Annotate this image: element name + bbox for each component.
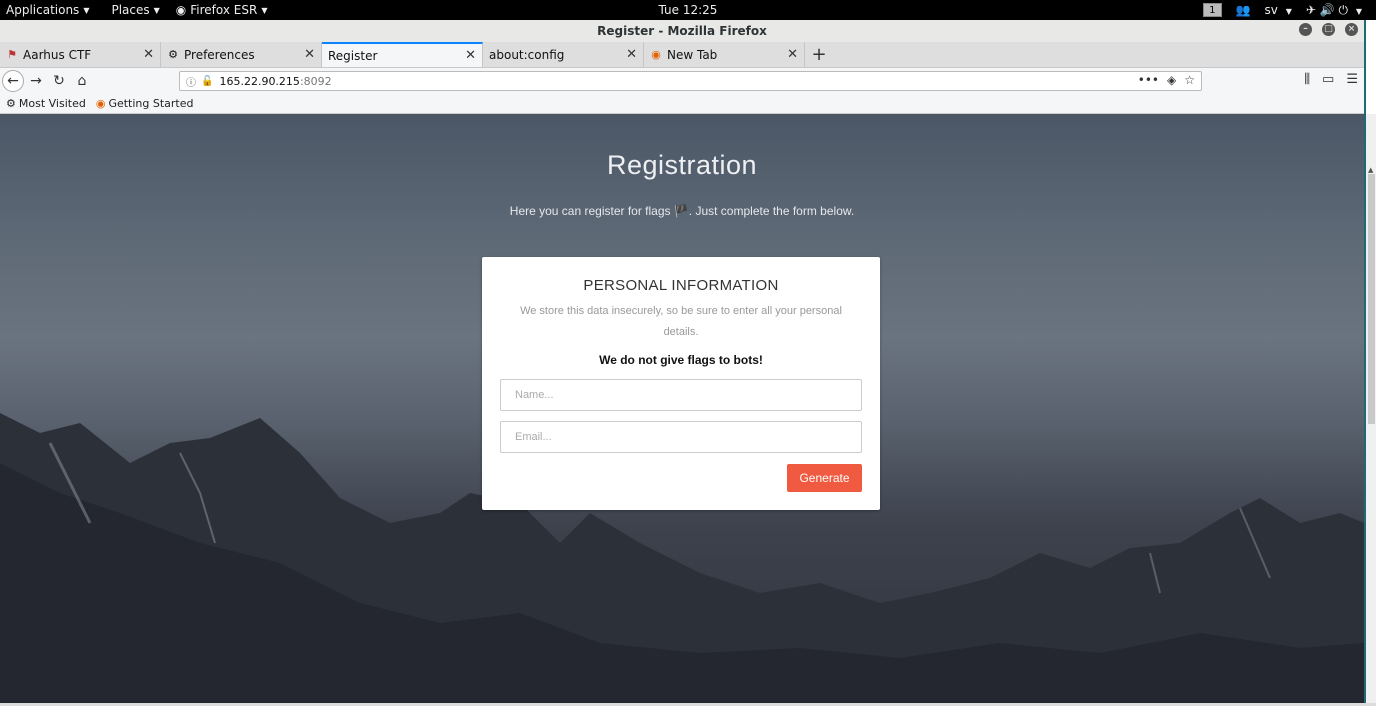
sidebar-icon[interactable]: ▭ xyxy=(1322,72,1334,87)
email-input[interactable] xyxy=(500,421,862,453)
tab-strip: ⚑ Aarhus CTF ✕ ⚙ Preferences ✕ Register … xyxy=(0,42,1364,68)
page-title: Registration xyxy=(606,150,758,180)
close-tab-icon[interactable]: ✕ xyxy=(787,47,798,62)
tab-preferences[interactable]: ⚙ Preferences ✕ xyxy=(161,42,322,67)
firefox-icon: ◉ xyxy=(651,48,661,61)
insecure-lock-icon[interactable]: 🔓 xyxy=(201,76,213,87)
gear-icon: ⚙ xyxy=(168,48,178,61)
url-host: 165.22.90.215 xyxy=(219,74,300,88)
chevron-down-icon: ▼ xyxy=(1355,6,1362,16)
firefox-menu-label: Firefox ESR xyxy=(190,3,258,17)
reload-icon: ↻ xyxy=(53,73,65,89)
page-viewport: Registration Here you can register for f… xyxy=(0,114,1364,703)
system-top-bar: Applications ▼ Places ▼ ◉ Firefox ESR ▼ … xyxy=(0,0,1376,20)
home-icon: ⌂ xyxy=(77,73,87,89)
close-tab-icon[interactable]: ✕ xyxy=(304,47,315,62)
tab-label: New Tab xyxy=(667,47,718,62)
generate-button[interactable]: Generate xyxy=(787,464,862,492)
keyboard-layout-label: sv xyxy=(1264,3,1278,17)
system-status-menu[interactable]: ✈ 🔊 ⏻ ▼ xyxy=(1306,3,1362,18)
url-bar[interactable]: ⓘ 🔓 165.22.90.215:8092 ••• ◈ ☆ xyxy=(179,71,1202,91)
people-icon[interactable]: 👥 xyxy=(1236,3,1251,17)
reload-button[interactable]: ↻ xyxy=(48,70,70,92)
page-subtitle: Here you can register for flags 🏴. Just … xyxy=(509,204,855,218)
adjacent-window-edge xyxy=(1364,20,1376,114)
card-title: PERSONAL INFORMATION xyxy=(583,277,779,294)
bot-warning: We do not give flags to bots! xyxy=(599,353,763,367)
network-icon: ✈ xyxy=(1305,2,1316,17)
hamburger-menu-icon[interactable]: ☰ xyxy=(1346,72,1358,87)
window-titlebar[interactable]: Register - Mozilla Firefox – □ × xyxy=(0,20,1364,42)
plus-icon: + xyxy=(811,44,827,65)
chevron-down-icon: ▼ xyxy=(1285,7,1292,16)
bookmark-star-icon[interactable]: ☆ xyxy=(1184,73,1195,87)
bookmark-getting-started[interactable]: ◉ Getting Started xyxy=(96,97,194,110)
tab-label: Aarhus CTF xyxy=(23,47,92,62)
arrow-right-icon: → xyxy=(30,73,42,89)
chevron-down-icon: ▼ xyxy=(83,5,90,15)
tab-label: about:config xyxy=(489,47,565,62)
firefox-icon: ◉ xyxy=(175,3,187,17)
places-menu[interactable]: Places ▼ xyxy=(105,3,165,17)
back-button[interactable]: ← xyxy=(2,70,24,92)
url-port: :8092 xyxy=(299,74,332,88)
close-icon[interactable]: × xyxy=(1345,23,1358,36)
bookmark-label: Most Visited xyxy=(18,97,86,110)
info-icon[interactable]: ⓘ xyxy=(186,74,196,89)
minimize-icon[interactable]: – xyxy=(1299,23,1312,36)
bookmark-label: Getting Started xyxy=(108,97,194,110)
firefox-app-menu[interactable]: ◉ Firefox ESR ▼ xyxy=(170,3,274,17)
navigation-toolbar: ← → ↻ ⌂ ⓘ 🔓 165.22.90.215:8092 ••• ◈ ☆ ⫼… xyxy=(0,68,1364,94)
window-title: Register - Mozilla Firefox xyxy=(597,24,767,38)
forward-button[interactable]: → xyxy=(25,70,47,92)
places-label: Places xyxy=(111,3,150,17)
scrollbar[interactable]: ▲ xyxy=(1364,114,1376,703)
tab-label: Register xyxy=(328,48,378,63)
registration-card: PERSONAL INFORMATION We store this data … xyxy=(482,257,880,510)
card-description: We store this data insecurely, so be sur… xyxy=(520,305,842,338)
scroll-up-icon[interactable]: ▲ xyxy=(1368,166,1373,174)
bookmark-most-visited[interactable]: ⚙ Most Visited xyxy=(6,97,86,110)
tab-register[interactable]: Register ✕ xyxy=(322,42,483,67)
arrow-left-icon: ← xyxy=(7,73,19,89)
applications-menu[interactable]: Applications ▼ xyxy=(0,3,95,17)
close-tab-icon[interactable]: ✕ xyxy=(626,47,637,62)
tab-about-config[interactable]: about:config ✕ xyxy=(483,42,644,67)
page-actions-icon[interactable]: ••• xyxy=(1138,73,1159,87)
tab-new-tab[interactable]: ◉ New Tab ✕ xyxy=(644,42,805,67)
chevron-down-icon: ▼ xyxy=(261,5,268,15)
firefox-icon: ◉ xyxy=(95,97,106,110)
keyboard-layout[interactable]: sv ▼ xyxy=(1265,3,1292,17)
tab-label: Preferences xyxy=(184,47,255,62)
ctf-favicon-icon: ⚑ xyxy=(7,48,17,61)
new-tab-button[interactable]: + xyxy=(805,42,833,67)
scrollbar-thumb[interactable] xyxy=(1368,174,1375,424)
close-tab-icon[interactable]: ✕ xyxy=(465,48,476,63)
applications-label: Applications xyxy=(6,3,80,17)
gear-icon: ⚙ xyxy=(6,97,16,110)
maximize-icon[interactable]: □ xyxy=(1322,23,1335,36)
volume-icon: 🔊 xyxy=(1319,2,1335,17)
bookmarks-toolbar: ⚙ Most Visited ◉ Getting Started xyxy=(0,94,1364,114)
chevron-down-icon: ▼ xyxy=(153,5,160,15)
power-icon: ⏻ xyxy=(1338,2,1349,17)
home-button[interactable]: ⌂ xyxy=(71,70,93,92)
name-input[interactable] xyxy=(500,379,862,411)
library-icon[interactable]: ⫼ xyxy=(1304,72,1310,87)
workspace-indicator[interactable]: 1 xyxy=(1203,3,1222,17)
pocket-icon[interactable]: ◈ xyxy=(1167,73,1176,87)
close-tab-icon[interactable]: ✕ xyxy=(143,47,154,62)
tab-aarhus-ctf[interactable]: ⚑ Aarhus CTF ✕ xyxy=(0,42,161,67)
